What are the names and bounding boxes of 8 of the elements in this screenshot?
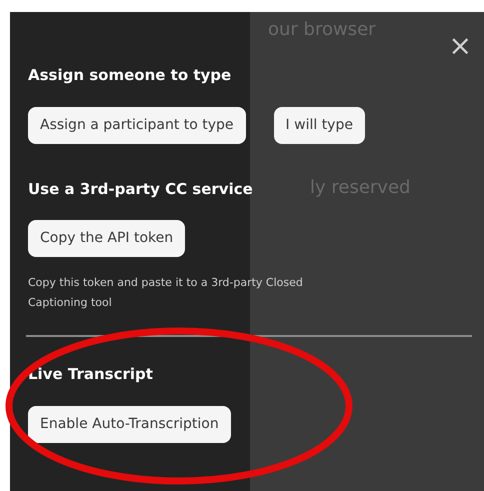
section-heading: Assign someone to type [28,65,232,86]
section-heading: Use a 3rd-party CC service [28,178,253,200]
action-button[interactable]: Assign a participant to type [28,106,246,144]
action-button[interactable]: Enable Auto-Transcription [28,406,231,442]
description-text: Copy this token and paste it to a 3rd-party Closed Captioning tool [28,275,304,311]
action-button[interactable]: Copy the API token [28,220,186,257]
action-button[interactable]: I will type [274,106,365,144]
close-button[interactable]: × [448,32,472,60]
